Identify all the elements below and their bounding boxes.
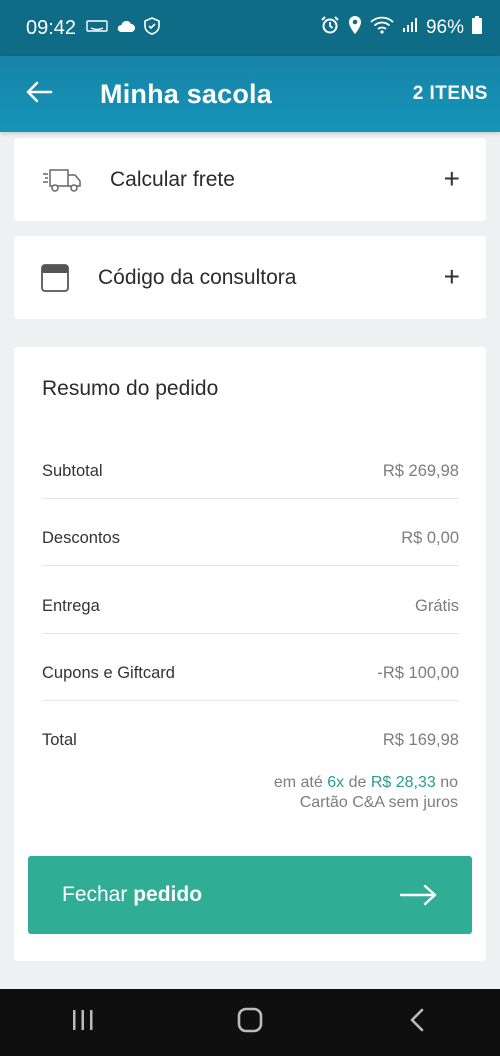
order-summary-card: Resumo do pedido Subtotal R$ 269,98 Desc…: [14, 347, 486, 961]
order-summary-title: Resumo do pedido: [42, 377, 219, 400]
summary-row-subtotal: Subtotal R$ 269,98: [42, 462, 459, 480]
signal-icon: [402, 17, 418, 39]
home-icon: [237, 1007, 263, 1038]
summary-row-delivery: Entrega Grátis: [42, 597, 459, 615]
summary-row-discounts: Descontos R$ 0,00: [42, 529, 459, 547]
shield-icon: [144, 16, 160, 40]
consultant-code-label: Código da consultora: [98, 266, 297, 289]
expand-consultant-plus[interactable]: +: [444, 263, 460, 291]
page-title: Minha sacola: [100, 78, 272, 109]
calculate-shipping-row[interactable]: Calcular frete +: [14, 138, 486, 221]
battery-label: 96%: [425, 17, 464, 38]
recent-apps-icon: [71, 1009, 95, 1036]
summary-row-coupons: Cupons e Giftcard -R$ 100,00: [42, 664, 459, 682]
recent-apps-button[interactable]: [38, 989, 128, 1056]
battery-icon: [472, 16, 482, 40]
checkout-button[interactable]: Fechar pedido: [28, 856, 472, 934]
divider: [42, 565, 459, 566]
divider: [42, 700, 459, 701]
expand-shipping-plus[interactable]: +: [444, 165, 460, 193]
system-nav-bar: [0, 989, 500, 1056]
divider: [42, 498, 459, 499]
calculate-shipping-label: Calcular frete: [110, 168, 235, 191]
summary-row-total: Total R$ 169,98: [42, 731, 459, 749]
back-button[interactable]: [0, 56, 78, 132]
location-icon: [348, 15, 362, 41]
items-count: 2 ITENS: [412, 83, 488, 104]
installments-info: em até 6x de R$ 28,33 no Cartão C&A sem …: [273, 774, 458, 811]
calendar-icon: [41, 263, 69, 293]
arrow-right-icon: [400, 884, 438, 906]
status-time: 09:42: [26, 16, 77, 39]
home-button[interactable]: [205, 989, 295, 1056]
consultant-code-row[interactable]: Código da consultora +: [14, 236, 486, 319]
back-nav-icon: [409, 1008, 425, 1037]
status-bar: 09:42 96%: [0, 0, 500, 56]
arrow-left-icon: [25, 81, 53, 108]
app-bar: Minha sacola 2 ITENS: [0, 56, 500, 132]
amazon-icon: [86, 19, 108, 38]
divider: [42, 633, 459, 634]
alarm-icon: [320, 15, 340, 41]
truck-icon: [42, 166, 84, 194]
cloud-icon: [116, 19, 136, 38]
wifi-icon: [370, 16, 394, 40]
back-nav-button[interactable]: [372, 989, 462, 1056]
